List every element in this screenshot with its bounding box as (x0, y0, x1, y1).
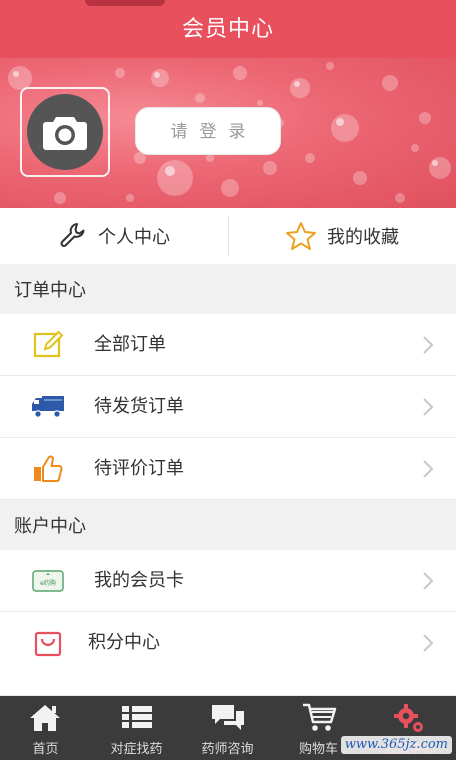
account-section-header: 账户中心 (0, 502, 456, 550)
tab-home[interactable]: 首页 (0, 696, 91, 760)
chevron-right-icon (423, 336, 434, 354)
tab-symptom-search-label: 对症找药 (110, 742, 163, 757)
login-button[interactable]: 请登录 (135, 107, 281, 155)
list-icon-wrap (28, 453, 68, 485)
title-bar: 会员中心 (0, 0, 456, 58)
profile-banner: 请登录 (0, 58, 456, 208)
page-title: 会员中心 (181, 17, 274, 42)
list-icon (122, 706, 152, 728)
pending-review-item[interactable]: 待评价订单 (0, 438, 456, 500)
chevron-right-icon (423, 572, 434, 590)
all-orders-item[interactable]: 全部订单 (0, 314, 456, 376)
tab-symptom-search[interactable]: 对症找药 (91, 696, 182, 760)
personal-center-label: 个人中心 (98, 227, 170, 248)
pending-shipment-label: 待发货订单 (94, 396, 184, 417)
list-icon-wrap: e约购 (28, 565, 68, 597)
tab-home-label: 首页 (32, 742, 59, 757)
favorites-label: 我的收藏 (327, 227, 399, 248)
edit-note-icon (33, 330, 64, 358)
member-card-text: e约购 (40, 579, 56, 587)
list-icon-wrap (28, 329, 68, 361)
thumbs-up-icon (34, 455, 63, 482)
home-icon (30, 705, 60, 731)
wrench-icon (60, 223, 85, 247)
tab-pharmacist-consult[interactable]: 药师咨询 (182, 696, 273, 760)
list-icon-wrap (28, 627, 68, 659)
gears-icon (394, 704, 423, 732)
quick-links: 个人中心 我的收藏 (0, 208, 456, 264)
order-section-header: 订单中心 (0, 266, 456, 314)
list-icon-wrap (28, 391, 68, 423)
chevron-right-icon (423, 460, 434, 478)
all-orders-label: 全部订单 (94, 334, 166, 355)
favorites-link[interactable]: 我的收藏 (228, 208, 456, 264)
chat-icon (212, 705, 244, 730)
star-icon (286, 222, 316, 250)
delivery-truck-icon (32, 396, 64, 418)
member-card-label: 我的会员卡 (94, 570, 184, 591)
site-watermark: www.365jz.com (340, 736, 452, 754)
cart-icon (303, 703, 337, 731)
shopping-bag-icon (34, 631, 62, 657)
points-center-item[interactable]: 积分中心 (0, 612, 456, 696)
member-card-item[interactable]: e约购 我的会员卡 (0, 550, 456, 612)
pending-shipment-item[interactable]: 待发货订单 (0, 376, 456, 438)
avatar[interactable] (27, 94, 103, 170)
personal-center-link[interactable]: 个人中心 (0, 208, 228, 264)
chevron-right-icon (423, 398, 434, 416)
chevron-right-icon (423, 634, 434, 652)
pending-review-label: 待评价订单 (94, 458, 184, 479)
points-center-label: 积分中心 (88, 632, 160, 653)
member-card-icon: e约购 (32, 570, 64, 592)
camera-icon (43, 117, 87, 150)
tab-pharmacist-consult-label: 药师咨询 (201, 742, 254, 757)
avatar-frame[interactable] (20, 87, 110, 177)
